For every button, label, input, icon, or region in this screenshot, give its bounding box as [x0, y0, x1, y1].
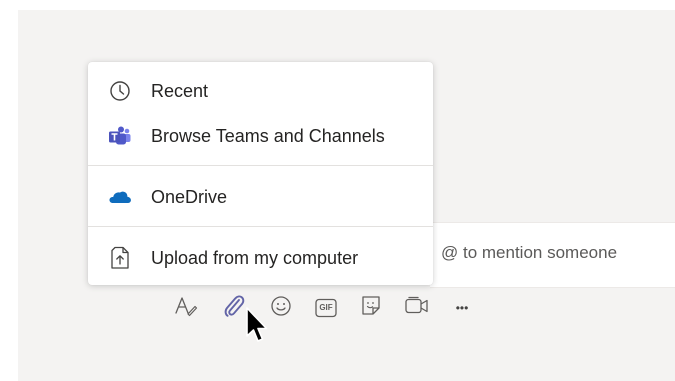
menu-item-label: OneDrive: [151, 186, 228, 207]
sticker-button[interactable]: [359, 295, 383, 322]
menu-item-label: Recent: [151, 80, 209, 101]
menu-item-browse-teams[interactable]: Browse Teams and Channels: [88, 114, 433, 158]
compose-box[interactable]: @ to mention someone: [430, 222, 675, 288]
emoji-button[interactable]: [269, 295, 293, 322]
more-options-icon: •••: [455, 301, 469, 315]
emoji-icon: [270, 295, 292, 322]
compose-placeholder: @ to mention someone: [441, 243, 618, 262]
gif-button[interactable]: GIF: [314, 296, 338, 320]
menu-divider: [88, 165, 433, 166]
menu-item-upload[interactable]: Upload from my computer: [88, 236, 433, 280]
paperclip-icon: [223, 294, 245, 323]
menu-item-onedrive[interactable]: OneDrive: [88, 175, 433, 219]
sticker-icon: [360, 295, 382, 322]
attach-button[interactable]: [222, 294, 246, 323]
meet-now-button[interactable]: [405, 296, 429, 320]
upload-file-icon: [108, 246, 132, 270]
format-text-icon: [174, 295, 198, 322]
more-options-button[interactable]: •••: [450, 296, 474, 320]
clock-icon: [108, 79, 132, 103]
onedrive-cloud-icon: [108, 185, 132, 209]
teams-icon: [108, 124, 132, 148]
gif-icon: GIF: [315, 298, 337, 318]
attach-menu: Recent Browse Teams and Channels OneDriv…: [88, 62, 433, 285]
gif-label: GIF: [319, 303, 333, 312]
video-camera-icon: [405, 296, 429, 321]
menu-item-label: Browse Teams and Channels: [151, 125, 385, 146]
mouse-cursor-icon: [245, 306, 271, 348]
menu-item-label: Upload from my computer: [151, 247, 359, 268]
format-button[interactable]: [174, 296, 198, 320]
menu-item-recent[interactable]: Recent: [88, 69, 433, 113]
menu-divider: [88, 226, 433, 227]
